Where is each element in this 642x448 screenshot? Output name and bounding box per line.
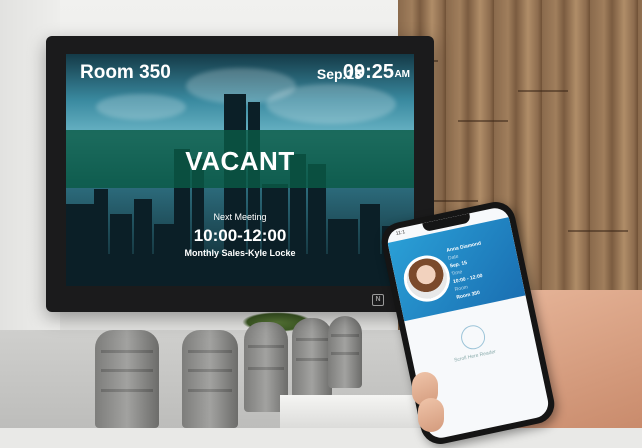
chair xyxy=(95,330,159,428)
scan-badge-icon[interactable] xyxy=(458,323,488,352)
chair xyxy=(182,330,238,428)
room-name: Room 350 xyxy=(80,62,171,83)
booking-info: Anna Diamond Date Sep. 15 Time 10:00 - 1… xyxy=(446,240,492,302)
next-meeting-label: Next Meeting xyxy=(213,212,267,222)
room-display-device: Room 350 Sep.15 09:25 AM VACANT Next Mee… xyxy=(46,36,434,312)
finger xyxy=(418,398,444,432)
current-time: 09:25 xyxy=(342,61,394,83)
chair xyxy=(292,318,332,398)
booking-card[interactable]: Anna Diamond Date Sep. 15 Time 10:00 - 1… xyxy=(387,217,526,322)
phone-status-time: 11:1 xyxy=(395,229,406,237)
chair xyxy=(328,316,362,388)
room-status: VACANT xyxy=(185,146,295,176)
next-meeting-time: 10:00-12:00 xyxy=(193,226,287,245)
nfc-icon: N xyxy=(372,294,384,306)
time-ampm: AM xyxy=(394,69,410,80)
avatar xyxy=(399,251,455,306)
next-meeting-title: Monthly Sales-Kyle Locke xyxy=(184,248,296,258)
room-display-screen[interactable]: Room 350 Sep.15 09:25 AM VACANT Next Mee… xyxy=(66,54,414,286)
